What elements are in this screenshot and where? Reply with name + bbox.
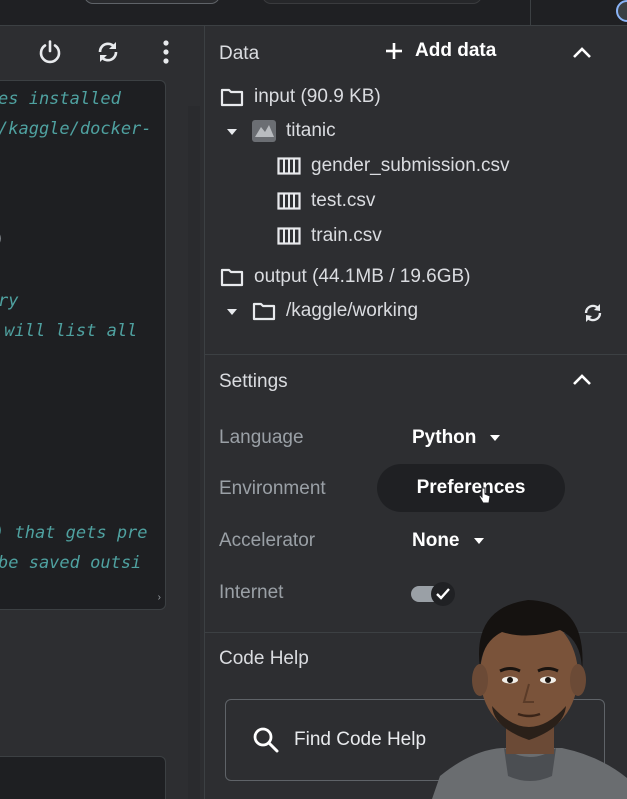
- table-file-icon: [276, 155, 302, 177]
- input-folder-label: input (90.9 KB): [254, 86, 381, 107]
- folder-icon: [251, 300, 277, 322]
- avatar[interactable]: [616, 0, 627, 22]
- code-line: will list all: [0, 321, 138, 341]
- data-section-title: Data: [219, 43, 260, 64]
- code-cell[interactable]: es installed /kaggle/docker- ) ry will l…: [0, 80, 166, 610]
- refresh-output-icon[interactable]: [582, 302, 604, 324]
- preferences-button[interactable]: Preferences: [377, 464, 565, 512]
- add-data-label: Add data: [415, 40, 497, 61]
- find-code-help-label: Find Code Help: [294, 729, 427, 750]
- preferences-label: Preferences: [416, 477, 526, 498]
- code-line: /kaggle/docker-: [0, 119, 152, 139]
- file-label: gender_submission.csv: [311, 155, 510, 176]
- dataset-titanic[interactable]: titanic: [251, 120, 336, 142]
- editor-area: es installed /kaggle/docker- ) ry will l…: [0, 26, 204, 799]
- presenter-webcam: [432, 600, 627, 799]
- top-divider: [530, 0, 531, 26]
- power-icon: [39, 40, 61, 64]
- code-line: ): [0, 229, 4, 249]
- search-icon: [253, 727, 279, 753]
- table-file-icon: [276, 225, 302, 247]
- top-bar: [0, 0, 627, 26]
- input-folder[interactable]: input (90.9 KB): [219, 86, 381, 108]
- vertical-scrollbar[interactable]: [188, 106, 200, 799]
- internet-label: Internet: [219, 582, 284, 603]
- collapse-data-icon[interactable]: [571, 42, 593, 64]
- file-item[interactable]: test.csv: [276, 190, 375, 212]
- power-button[interactable]: [34, 36, 66, 68]
- code-line: be saved outsi: [0, 553, 142, 573]
- hand-cursor-icon: [478, 487, 491, 504]
- file-item[interactable]: train.csv: [276, 225, 382, 247]
- code-line: ry: [0, 291, 19, 311]
- code-line: es installed: [0, 89, 121, 109]
- restart-button[interactable]: [92, 36, 124, 68]
- file-label: train.csv: [311, 225, 382, 246]
- top-tab[interactable]: [84, 0, 220, 4]
- collapse-settings-icon[interactable]: [571, 369, 593, 391]
- file-label: test.csv: [311, 190, 376, 211]
- dropdown-arrow-icon: [490, 435, 501, 441]
- scroll-right-icon[interactable]: ›: [158, 592, 161, 603]
- output-folder-label: output (44.1MB / 19.6GB): [254, 266, 471, 287]
- code-cell[interactable]: [0, 756, 166, 799]
- accelerator-dropdown[interactable]: None: [412, 530, 484, 552]
- expand-working-icon[interactable]: [227, 309, 237, 315]
- environment-label: Environment: [219, 478, 326, 499]
- language-label: Language: [219, 427, 304, 448]
- accelerator-label: Accelerator: [219, 530, 316, 551]
- language-value: Python: [412, 427, 477, 448]
- top-tab[interactable]: [262, 0, 482, 4]
- more-vert-icon: [163, 40, 169, 64]
- dataset-label: titanic: [286, 120, 336, 141]
- code-help-title: Code Help: [219, 648, 309, 669]
- table-file-icon: [276, 190, 302, 212]
- working-folder[interactable]: /kaggle/working: [251, 300, 418, 322]
- folder-icon: [219, 266, 245, 288]
- file-item[interactable]: gender_submission.csv: [276, 155, 510, 177]
- working-folder-label: /kaggle/working: [286, 300, 419, 321]
- accelerator-value: None: [412, 530, 460, 551]
- refresh-icon: [98, 42, 118, 62]
- expand-titanic-icon[interactable]: [227, 129, 237, 135]
- plus-icon: [386, 43, 402, 59]
- folder-icon: [219, 86, 245, 108]
- dropdown-arrow-icon: [473, 538, 484, 544]
- editor-toolbar: [0, 26, 204, 78]
- more-options-button[interactable]: [150, 36, 182, 68]
- section-divider: [205, 354, 627, 355]
- dataset-thumbnail: [251, 120, 277, 142]
- output-folder[interactable]: output (44.1MB / 19.6GB): [219, 266, 471, 288]
- code-line: ) that gets pre: [0, 523, 148, 543]
- settings-section-title: Settings: [219, 371, 288, 392]
- add-data-button[interactable]: Add data: [385, 40, 496, 62]
- language-dropdown[interactable]: Python: [412, 427, 501, 449]
